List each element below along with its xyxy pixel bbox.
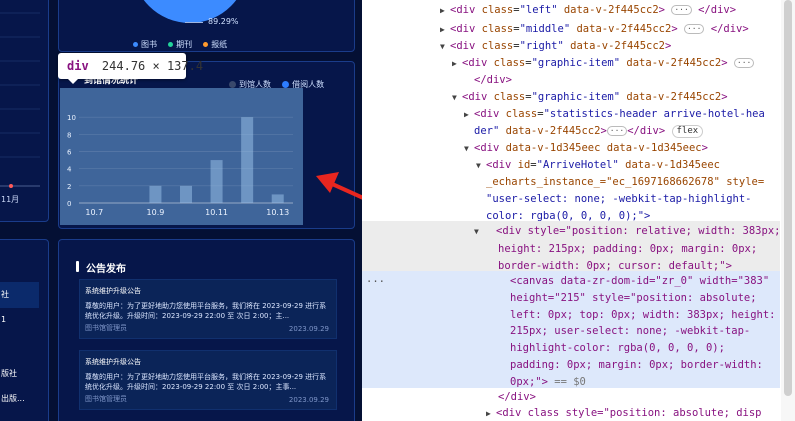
ellipsis-icon[interactable]: ···	[606, 126, 628, 136]
legend-borrow-dot	[282, 81, 290, 88]
dashboard-screen: 11月 89.29% 图书 期刊 报纸 到馆情况统计 到馆人数 借阅人数 024…	[0, 0, 362, 421]
collapse-icon[interactable]: ▼	[440, 38, 450, 55]
bar	[180, 185, 192, 203]
dom-node-relative-div[interactable]: ▼ <div style="position: relative; width: …	[474, 223, 790, 274]
legend-books-dot	[133, 42, 138, 47]
dom-node-statistics-header-cont[interactable]: der" data-v-2f445cc2> ··· </div> flex	[474, 123, 704, 140]
collection-panel: 89.29% 图书 期刊 报纸	[58, 0, 355, 52]
bar	[241, 117, 254, 203]
ranking-row: 社	[1, 290, 9, 299]
collapse-icon[interactable]: ▼	[476, 157, 486, 174]
y-tick-label: 0	[67, 200, 71, 208]
bar	[149, 185, 162, 203]
pie-leader-line	[185, 22, 203, 23]
notice-card-title: 系统维护升级公告	[85, 287, 141, 295]
y-tick-label: 2	[67, 183, 71, 191]
dom-node-arrive-hotel-attrs[interactable]: _echarts_instance_="ec_1697168662678" st…	[486, 174, 764, 191]
ellipsis-icon[interactable]: ···	[733, 58, 755, 68]
ranking-row: 出版...	[1, 394, 25, 403]
bar	[210, 160, 223, 203]
dom-node-left[interactable]: ▶ <div class="left" data-v-2f445cc2> ··· …	[440, 2, 736, 19]
trend-x-label: 11月	[1, 195, 20, 204]
more-actions-icon[interactable]: ...	[366, 271, 385, 288]
y-tick-label: 6	[67, 149, 72, 157]
arrive-chart: 0 2 4 6 8 10 10.7 10.9 10.11 10.13	[67, 114, 293, 217]
tooltip-size: 244.76 × 137.4	[101, 59, 204, 73]
x-tick-label: 10.11	[205, 208, 228, 217]
x-tick-label: 10.7	[85, 208, 103, 217]
legend-journals: 期刊	[168, 39, 192, 50]
dom-node-vue-div[interactable]: ▼ <div data-v-1d345eec data-v-1d345eec>	[464, 140, 708, 157]
tooltip-arrow	[68, 79, 78, 84]
trend-panel: 11月	[0, 0, 49, 222]
notice-card-date: 2023.09.29	[288, 325, 329, 333]
dom-node-statistics-header[interactable]: ▶ <div class="statistics-header arrive-ho…	[464, 106, 765, 123]
legend-journals-dot	[168, 42, 174, 47]
notice-card-author: 图书馆管理员	[85, 395, 127, 403]
x-tick-label: 10.13	[266, 208, 289, 217]
dom-node-arrive-hotel-style[interactable]: "user-select: none; -webkit-tap-highligh…	[486, 191, 776, 225]
notice-title: 公告发布	[86, 264, 126, 275]
dom-node-graphic-item[interactable]: ▼ <div class="graphic-item" data-v-2f445c…	[452, 89, 728, 106]
ranking-row: 1	[1, 315, 7, 324]
notice-card-body: 尊敬的用户：为了更好地助力您使用平台服务，我们将在 2023-09-29 进行系…	[85, 373, 327, 391]
notice-card[interactable]: 系统维护升级公告 尊敬的用户：为了更好地助力您使用平台服务，我们将在 2023-…	[79, 279, 337, 339]
dom-node-right[interactable]: ▼ <div class="right" data-v-2f445cc2>	[440, 38, 671, 55]
trend-chart	[0, 12, 40, 188]
notice-card-body: 尊敬的用户：为了更好地助力您使用平台服务，我们将在 2023-09-29 进行系…	[85, 302, 327, 320]
dom-node-middle[interactable]: ▶ <div class="middle" data-v-2f445cc2> ··…	[440, 21, 749, 38]
y-tick-label: 8	[67, 131, 71, 139]
legend-arrive-dot	[229, 81, 236, 88]
y-tick-label: 4	[67, 166, 72, 174]
notice-title-bar	[76, 261, 79, 272]
dom-node-graphic-item[interactable]: ▶ <div class="graphic-item" data-v-2f445c…	[452, 55, 755, 72]
notice-card-title: 系统维护升级公告	[85, 358, 141, 366]
dom-node-arrive-hotel[interactable]: ▼ <div id="ArriveHotel" data-v-1d345eec	[476, 157, 720, 174]
collapse-icon[interactable]: ▼	[464, 140, 474, 157]
flex-badge[interactable]: flex	[671, 124, 704, 138]
bar	[271, 194, 284, 203]
legend-newspapers-dot	[203, 42, 209, 47]
pie-percent-label: 89.29%	[208, 17, 239, 26]
dom-close-tag[interactable]: </div>	[498, 389, 536, 406]
ellipsis-icon[interactable]: ···	[683, 24, 705, 34]
tooltip-tag: div	[67, 59, 89, 73]
collapse-icon[interactable]: ▼	[474, 224, 496, 241]
collapse-icon[interactable]: ▼	[452, 89, 462, 106]
notice-card-author: 图书馆管理员	[85, 324, 127, 332]
dom-node-canvas[interactable]: <canvas data-zr-dom-id="zr_0" width="383…	[510, 273, 778, 391]
ranking-row: 版社	[1, 369, 17, 378]
ranking-panel: 社 1 版社 出版...	[0, 239, 49, 421]
dom-close-tag[interactable]: </div>	[474, 72, 512, 89]
devtools-elements-panel: ▶ <div class="left" data-v-2f445cc2> ··· …	[362, 0, 795, 421]
inspect-tooltip: div 244.76 × 137.4	[58, 53, 203, 79]
notice-card-date: 2023.09.29	[288, 396, 329, 404]
ellipsis-icon[interactable]: ···	[671, 5, 692, 15]
expand-icon[interactable]: ▶	[440, 2, 450, 19]
x-tick-label: 10.9	[147, 208, 165, 217]
expand-icon[interactable]: ▶	[440, 21, 450, 38]
expand-icon[interactable]: ▶	[486, 405, 496, 421]
notice-card[interactable]: 系统维护升级公告 尊敬的用户：为了更好地助力您使用平台服务，我们将在 2023-…	[79, 350, 337, 410]
legend-books: 图书	[133, 39, 157, 50]
trend-point	[9, 184, 13, 188]
devtools-scrollbar-thumb[interactable]	[784, 0, 792, 396]
dom-node-absolute-div[interactable]: ▶ <div class style="position: absolute; d…	[486, 405, 762, 421]
y-tick-label: 10	[67, 114, 76, 122]
expand-icon[interactable]: ▶	[452, 55, 462, 72]
pie-legend: 图书 期刊 报纸	[133, 32, 233, 51]
expand-icon[interactable]: ▶	[464, 106, 474, 123]
legend-newspapers: 报纸	[203, 39, 227, 50]
